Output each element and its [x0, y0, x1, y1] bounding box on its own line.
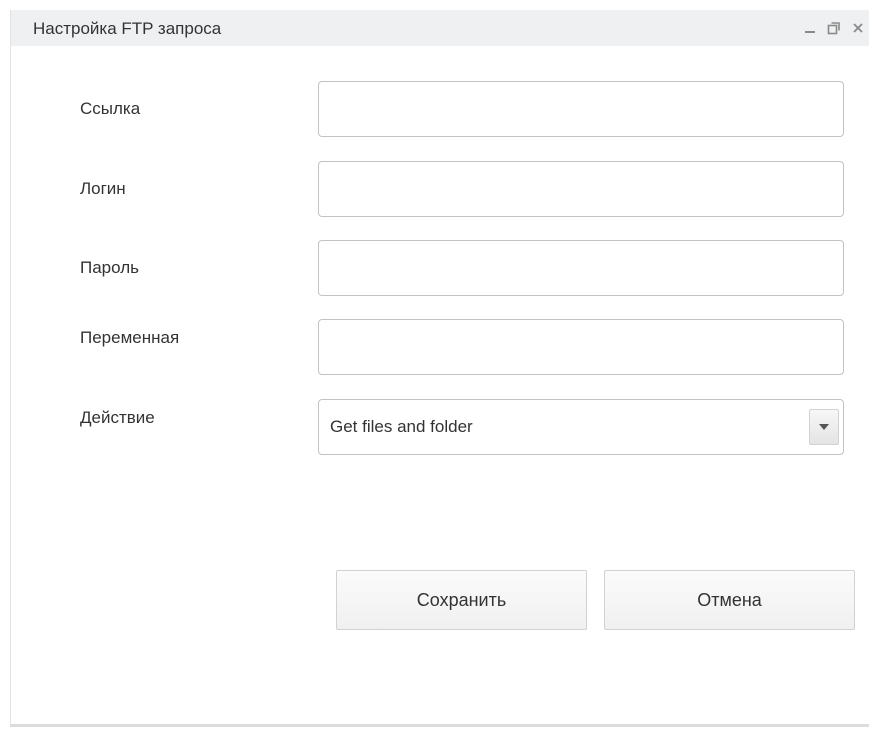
password-label: Пароль — [80, 258, 139, 277]
action-label: Действие — [80, 408, 155, 427]
cancel-button[interactable]: Отмена — [604, 570, 855, 630]
window-controls — [798, 16, 869, 40]
password-input[interactable] — [318, 240, 844, 296]
link-input[interactable] — [318, 81, 844, 137]
restore-icon[interactable] — [822, 16, 846, 40]
login-input[interactable] — [318, 161, 844, 217]
variable-label: Переменная — [80, 328, 180, 347]
action-selected-value: Get files and folder — [330, 417, 473, 436]
ftp-settings-dialog: Настройка FTP запроса Ссылка Логин Парол… — [10, 10, 869, 727]
link-label: Ссылка — [80, 99, 141, 118]
save-button[interactable]: Сохранить — [336, 570, 587, 630]
login-label: Логин — [80, 179, 126, 198]
chevron-down-icon[interactable] — [809, 409, 839, 445]
close-icon[interactable] — [846, 16, 869, 40]
title-bar[interactable]: Настройка FTP запроса — [11, 10, 869, 46]
dialog-title: Настройка FTP запроса — [33, 19, 222, 38]
variable-input[interactable] — [318, 319, 844, 375]
minimize-icon[interactable] — [798, 16, 822, 40]
action-select[interactable]: Get files and folder — [318, 399, 844, 455]
